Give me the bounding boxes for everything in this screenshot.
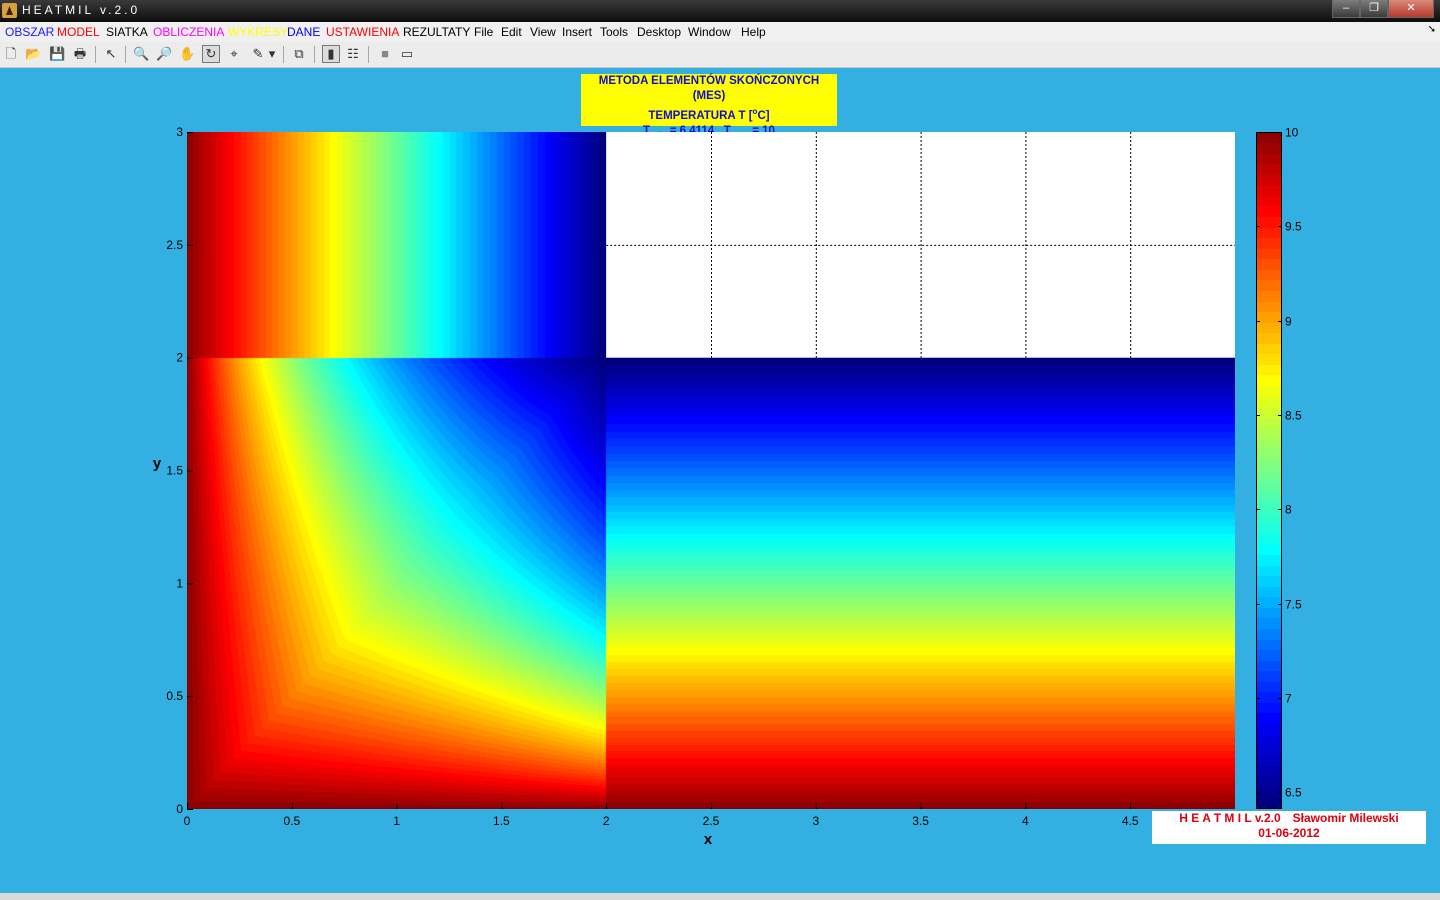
y-tick-label: 1.5 [166,464,183,478]
x-tick-label: 4 [1022,814,1029,828]
colorbar-tick-label: 7 [1285,692,1292,706]
temperature-plot[interactable]: 0 0.5 1 1.5 2 2.5 3 3.5 4 4.5 0 0.5 1 1.5 2 2.5 3 x y 6.5 7… [0,0,1440,900]
x-tick-label: 4.5 [1122,814,1139,828]
x-tick-label: 2.5 [703,814,720,828]
x-axis-label: x [704,831,713,848]
y-axis-label: y [153,455,162,472]
footer-date: 01-06-2012 [1258,826,1320,840]
colorbar-tick-label: 7.5 [1285,598,1302,612]
y-tick-label: 1 [176,576,183,590]
colorbar-canvas[interactable] [1256,132,1282,809]
colorbar-tick-label: 6.5 [1285,786,1302,800]
x-tick-label: 0.5 [283,814,300,828]
x-tick-label: 1.5 [493,814,510,828]
y-tick-label: 0 [176,802,183,816]
bottom-strip [0,893,1440,900]
x-tick-label: 0 [184,814,191,828]
y-tick-label: 0.5 [166,689,183,703]
colorbar-tick-label: 8.5 [1285,409,1302,423]
footer-author: Sławomir Milewski [1292,811,1399,825]
footer-brand: H E A T M I L v.2.0 [1179,811,1281,825]
y-tick-label: 3 [176,125,183,139]
footer-credit-box: H E A T M I L v.2.0 Sławomir Milewski 01-… [1152,811,1426,844]
colorbar-tick-label: 9 [1285,315,1292,329]
x-tick-label: 3.5 [912,814,929,828]
x-tick-label: 3 [812,814,819,828]
y-tick-label: 2.5 [166,238,183,252]
y-tick-label: 2 [176,351,183,365]
colorbar[interactable] [1256,132,1282,809]
colorbar-tick-label: 8 [1285,503,1292,517]
colorbar-tick-label: 9.5 [1285,220,1302,234]
colorbar-tick-label: 10 [1285,126,1299,140]
x-tick-label: 2 [603,814,610,828]
x-tick-label: 1 [393,814,400,828]
footer-line: H E A T M I L v.2.0 Sławomir Milewski [1152,811,1426,826]
